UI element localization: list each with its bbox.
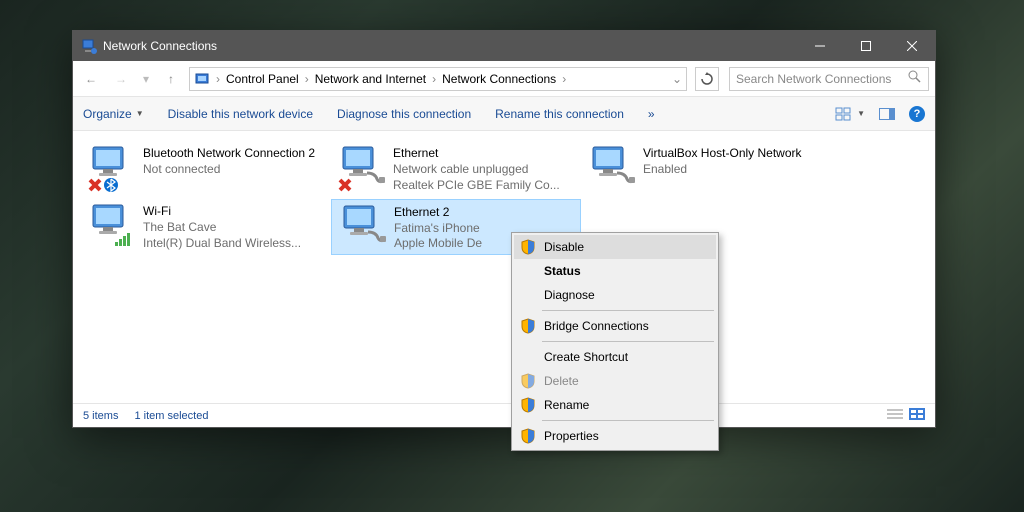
control-panel-icon [194, 71, 212, 87]
organize-menu[interactable]: Organize ▼ [83, 107, 144, 121]
recent-dropdown[interactable]: ▾ [139, 67, 153, 91]
adapter-status: Not connected [143, 161, 315, 177]
selection-count: 1 item selected [134, 410, 208, 422]
menu-separator [542, 341, 714, 342]
adapter-name: Wi-Fi [143, 203, 301, 219]
adapter-name: Bluetooth Network Connection 2 [143, 145, 315, 161]
forward-button[interactable]: → [109, 67, 133, 91]
bluetooth-icon [103, 177, 119, 193]
menu-delete[interactable]: Delete [514, 369, 716, 393]
menu-separator [542, 310, 714, 311]
chevron-right-icon: › [216, 72, 220, 86]
error-icon [87, 177, 103, 193]
shield-icon [520, 318, 536, 334]
crumb-network-internet[interactable]: Network and Internet [311, 72, 430, 86]
app-icon [81, 38, 97, 54]
shield-icon [520, 428, 536, 444]
titlebar[interactable]: Network Connections [73, 31, 935, 61]
adapter-item[interactable]: Ethernet Network cable unplugged Realtek… [331, 141, 581, 197]
rename-button[interactable]: Rename this connection [495, 107, 624, 121]
network-connections-window: Network Connections ← → ▾ ↑ › Control Pa… [72, 30, 936, 428]
close-button[interactable] [889, 31, 935, 61]
item-count: 5 items [83, 410, 118, 422]
chevron-right-icon: › [305, 72, 309, 86]
help-icon[interactable]: ? [909, 106, 925, 122]
chevron-right-icon: › [562, 72, 566, 86]
adapter-status: Fatima's iPhone [394, 220, 482, 235]
shield-icon [520, 397, 536, 413]
adapter-item[interactable]: Wi-Fi The Bat Cave Intel(R) Dual Band Wi… [81, 199, 331, 255]
tiles-view-icon[interactable] [909, 408, 925, 423]
adapter-item[interactable]: VirtualBox Host-Only Network Enabled [581, 141, 831, 197]
maximize-button[interactable] [843, 31, 889, 61]
adapter-status: Network cable unplugged [393, 161, 560, 177]
adapter-device: Realtek PCIe GBE Family Co... [393, 177, 560, 193]
breadcrumb[interactable]: › Control Panel › Network and Internet ›… [189, 67, 687, 91]
adapter-name: Ethernet [393, 145, 560, 161]
shield-icon [520, 239, 536, 255]
window-title: Network Connections [103, 39, 217, 53]
error-icon [337, 177, 353, 193]
menu-separator [542, 420, 714, 421]
preview-pane-button[interactable] [879, 108, 895, 120]
status-bar: 5 items 1 item selected [73, 403, 935, 427]
menu-status[interactable]: Status [514, 259, 716, 283]
menu-diagnose[interactable]: Diagnose [514, 283, 716, 307]
adapter-icon [587, 145, 635, 193]
adapter-device: Intel(R) Dual Band Wireless... [143, 235, 301, 251]
overflow-button[interactable]: » [648, 107, 655, 121]
adapter-status: Enabled [643, 161, 802, 177]
search-input[interactable]: Search Network Connections [729, 67, 929, 91]
search-icon [908, 70, 922, 87]
disable-device-button[interactable]: Disable this network device [168, 107, 313, 121]
command-bar: Organize ▼ Disable this network device D… [73, 97, 935, 131]
content-area[interactable]: Bluetooth Network Connection 2 Not conne… [73, 131, 935, 403]
up-button[interactable]: ↑ [159, 67, 183, 91]
view-options-button[interactable]: ▼ [835, 107, 865, 121]
adapter-icon [87, 203, 135, 251]
adapter-name: VirtualBox Host-Only Network [643, 145, 802, 161]
adapter-item[interactable]: Bluetooth Network Connection 2 Not conne… [81, 141, 331, 197]
crumb-control-panel[interactable]: Control Panel [222, 72, 303, 86]
back-button[interactable]: ← [79, 67, 103, 91]
adapter-icon [337, 145, 385, 193]
shield-icon [520, 373, 536, 389]
diagnose-button[interactable]: Diagnose this connection [337, 107, 471, 121]
minimize-button[interactable] [797, 31, 843, 61]
chevron-right-icon: › [432, 72, 436, 86]
crumb-network-connections[interactable]: Network Connections [438, 72, 560, 86]
adapter-icon [87, 145, 135, 193]
adapter-icon [338, 204, 386, 252]
refresh-button[interactable] [695, 67, 719, 91]
adapter-status: The Bat Cave [143, 219, 301, 235]
menu-rename[interactable]: Rename [514, 393, 716, 417]
adapter-name: Ethernet 2 [394, 204, 482, 220]
wifi-signal-icon [115, 232, 133, 249]
menu-create-shortcut[interactable]: Create Shortcut [514, 345, 716, 369]
menu-properties[interactable]: Properties [514, 424, 716, 448]
search-placeholder: Search Network Connections [736, 72, 908, 86]
details-view-icon[interactable] [887, 408, 903, 423]
menu-disable[interactable]: Disable [514, 235, 716, 259]
address-bar: ← → ▾ ↑ › Control Panel › Network and In… [73, 61, 935, 97]
breadcrumb-dropdown[interactable]: ⌄ [672, 72, 682, 86]
adapter-device: Apple Mobile De [394, 235, 482, 250]
menu-bridge[interactable]: Bridge Connections [514, 314, 716, 338]
context-menu: Disable Status Diagnose Bridge Connectio… [511, 232, 719, 451]
